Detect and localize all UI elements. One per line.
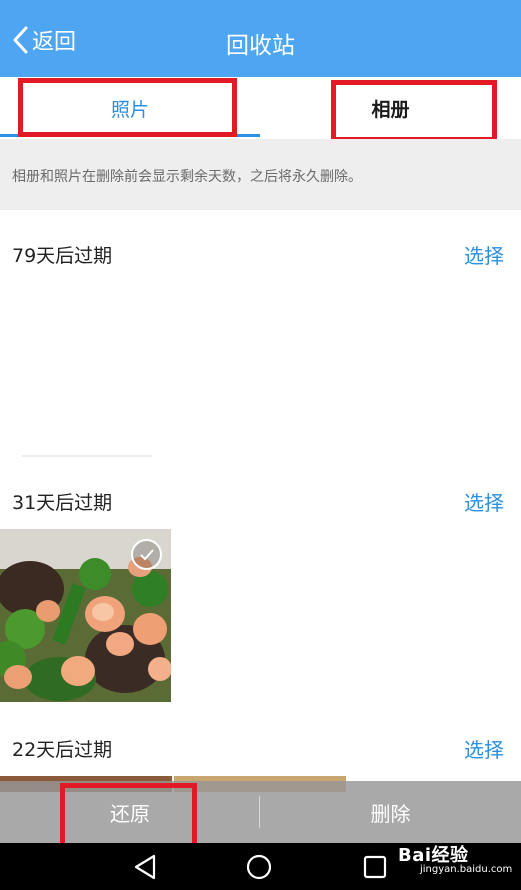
highlight-box-albums <box>331 80 497 142</box>
watermark-url: jingyan.baidu.com <box>420 864 513 875</box>
baidu-watermark: Bai经验 jingyan.baidu.com <box>398 841 512 875</box>
retention-notice: 相册和照片在删除前会显示剩余天数，之后将永久删除。 <box>0 139 521 210</box>
section-title-22: 22天后过期 <box>12 739 113 761</box>
select-button-22[interactable]: 选择 <box>464 734 504 763</box>
delete-button[interactable]: 删除 <box>260 781 521 843</box>
select-button-31[interactable]: 选择 <box>464 487 504 516</box>
page-title: 回收站 <box>226 33 295 59</box>
section-title-79: 79天后过期 <box>12 245 113 267</box>
section-title-31: 31天后过期 <box>12 492 113 514</box>
highlight-box-photos <box>18 78 237 137</box>
nav-back-icon[interactable] <box>132 853 158 881</box>
check-icon <box>139 548 154 560</box>
highlight-box-restore <box>60 783 197 848</box>
select-button-79[interactable]: 选择 <box>464 240 504 269</box>
nav-home-icon[interactable] <box>245 853 273 881</box>
nav-recents-icon[interactable] <box>362 853 388 881</box>
faint-divider <box>22 455 152 457</box>
selection-check-icon[interactable] <box>131 539 162 570</box>
